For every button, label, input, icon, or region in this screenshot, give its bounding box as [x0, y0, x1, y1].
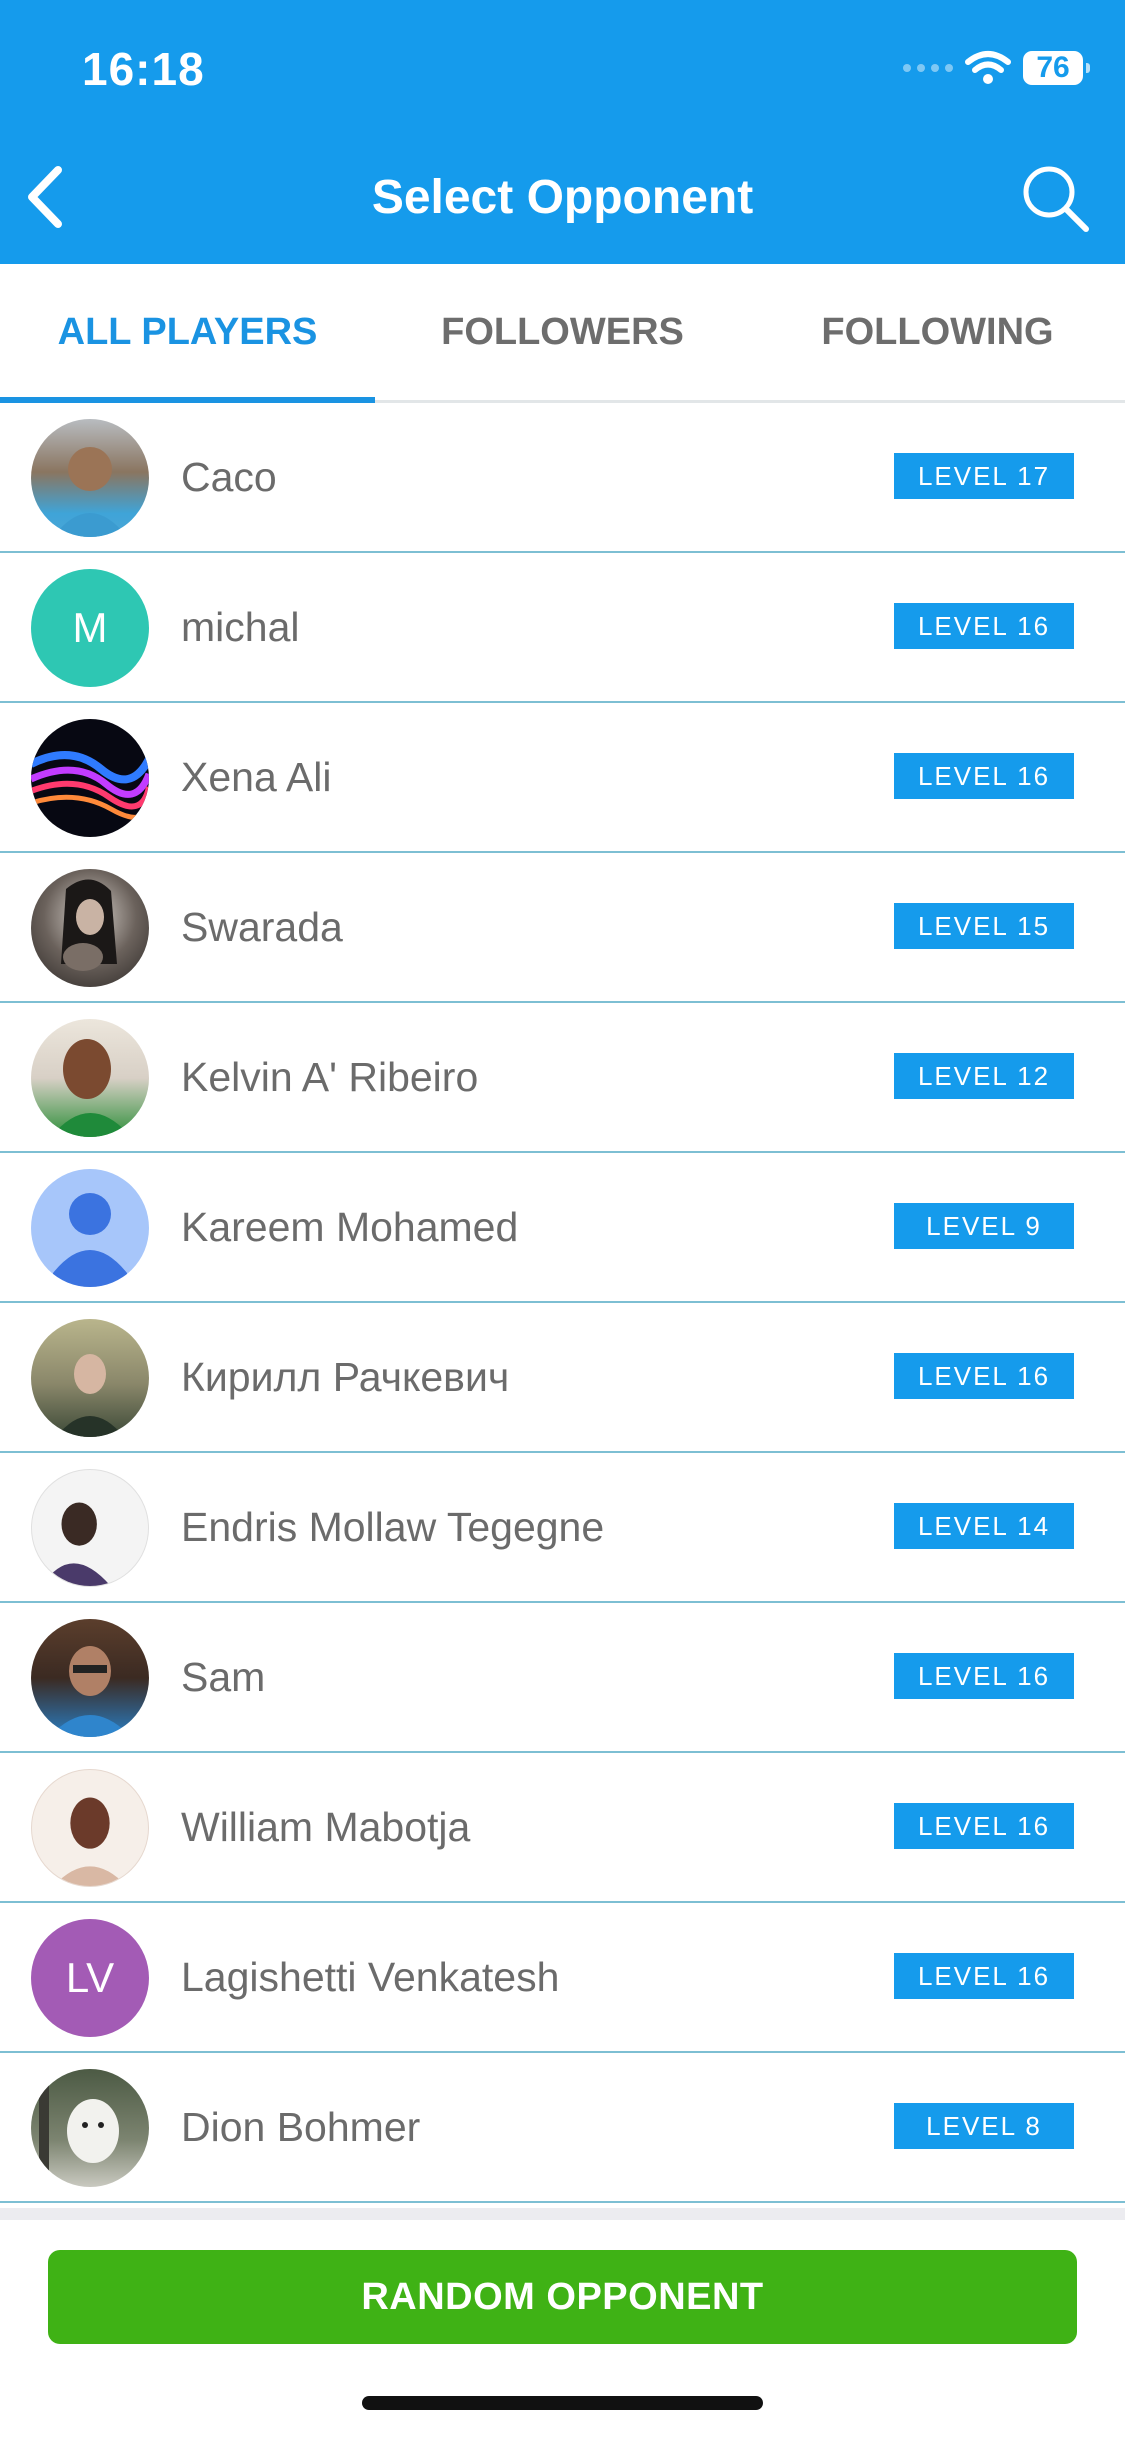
avatar [31, 1469, 149, 1587]
avatar-photo [49, 1646, 131, 1737]
player-row[interactable]: M michal LEVEL 16 [0, 553, 1125, 703]
avatar-photo [61, 879, 117, 971]
tab-all-players[interactable]: ALL PLAYERS [0, 264, 375, 400]
home-indicator[interactable] [362, 2396, 763, 2410]
random-opponent-button[interactable]: RANDOM OPPONENT [48, 2250, 1077, 2344]
player-name: Kareem Mohamed [181, 1203, 519, 1250]
player-row[interactable]: Endris Mollaw Tegegne LEVEL 14 [0, 1453, 1125, 1603]
player-row[interactable]: Caco LEVEL 17 [0, 403, 1125, 553]
player-row[interactable]: Xena Ali LEVEL 16 [0, 703, 1125, 853]
level-badge: LEVEL 12 [894, 1053, 1074, 1099]
app-header: 16:18 76 Select Opponent [0, 0, 1125, 264]
avatar [31, 1319, 149, 1437]
level-badge: LEVEL 16 [894, 1353, 1074, 1399]
level-badge: LEVEL 16 [894, 753, 1074, 799]
page-title: Select Opponent [371, 171, 754, 224]
avatar: LV [31, 1919, 149, 2037]
player-row[interactable]: Swarada LEVEL 15 [0, 853, 1125, 1003]
level-badge: LEVEL 16 [894, 603, 1074, 649]
player-list[interactable]: Caco LEVEL 17 M michal LEVEL 16 Xena Ali… [0, 403, 1125, 2203]
player-name: Caco [181, 453, 277, 500]
avatar-photo [31, 751, 149, 820]
avatar: M [31, 569, 149, 687]
player-name: Kelvin A' Ribeiro [181, 1053, 479, 1100]
battery-icon: 76 [1023, 51, 1090, 85]
avatar-photo [39, 2069, 119, 2187]
avatar [31, 2069, 149, 2187]
level-badge: LEVEL 16 [894, 1953, 1074, 1999]
player-name: michal [181, 603, 300, 650]
avatar-photo [53, 447, 127, 537]
level-badge: LEVEL 16 [894, 1803, 1074, 1849]
player-row[interactable]: Sam LEVEL 16 [0, 1603, 1125, 1753]
player-name: Dion Bohmer [181, 2103, 421, 2150]
avatar-photo [41, 1502, 111, 1586]
level-badge: LEVEL 8 [894, 2103, 1074, 2149]
player-name: Lagishetti Venkatesh [181, 1953, 560, 2000]
avatar-photo [53, 1797, 127, 1886]
avatar [31, 719, 149, 837]
level-badge: LEVEL 15 [894, 903, 1074, 949]
player-name: Sam [181, 1653, 266, 1700]
player-row[interactable]: Dion Bohmer LEVEL 8 [0, 2053, 1125, 2203]
avatar [31, 1019, 149, 1137]
cellular-signal-icon [903, 64, 953, 72]
level-badge: LEVEL 16 [894, 1653, 1074, 1699]
avatar [31, 1619, 149, 1737]
wifi-icon [965, 51, 1011, 84]
player-row[interactable]: LV Lagishetti Venkatesh LEVEL 16 [0, 1903, 1125, 2053]
player-row[interactable]: Kelvin A' Ribeiro LEVEL 12 [0, 1003, 1125, 1153]
tab-bar: ALL PLAYERS FOLLOWERS FOLLOWING [0, 264, 1125, 403]
player-name: Endris Mollaw Tegegne [181, 1503, 605, 1550]
avatar [31, 419, 149, 537]
status-icons: 76 [903, 46, 1090, 90]
player-row[interactable]: Кирилл Рачкевич LEVEL 16 [0, 1303, 1125, 1453]
tab-followers[interactable]: FOLLOWERS [375, 264, 750, 400]
level-badge: LEVEL 17 [894, 453, 1074, 499]
player-row[interactable]: Kareem Mohamed LEVEL 9 [0, 1153, 1125, 1303]
avatar [31, 869, 149, 987]
player-name: Swarada [181, 903, 343, 950]
avatar-photo [56, 1354, 124, 1437]
bottom-action-bar: RANDOM OPPONENT [0, 2208, 1125, 2448]
avatar-photo [51, 1039, 131, 1137]
tab-following[interactable]: FOLLOWING [750, 264, 1125, 400]
player-name: William Mabotja [181, 1803, 471, 1850]
avatar [31, 1769, 149, 1887]
player-row[interactable]: William Mabotja LEVEL 16 [0, 1753, 1125, 1903]
level-badge: LEVEL 14 [894, 1503, 1074, 1549]
search-icon[interactable] [1019, 162, 1091, 234]
default-person-icon [31, 1169, 149, 1287]
avatar-initials: M [72, 604, 108, 651]
player-name: Кирилл Рачкевич [181, 1353, 510, 1400]
status-time: 16:18 [82, 43, 205, 95]
player-name: Xena Ali [181, 753, 332, 800]
avatar-initials: LV [65, 1954, 115, 2001]
level-badge: LEVEL 9 [894, 1203, 1074, 1249]
